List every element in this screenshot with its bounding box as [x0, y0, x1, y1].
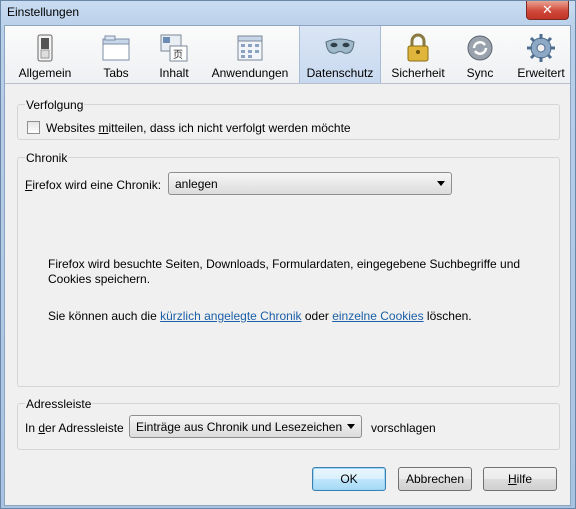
label-part: Websites	[46, 121, 99, 135]
addressbar-suggest-dropdown[interactable]: Einträge aus Chronik und Lesezeichen	[129, 415, 362, 438]
text-part: Sie können auch die	[48, 309, 161, 323]
pane-label: Datenschutz	[306, 66, 374, 80]
text-part: oder	[301, 309, 333, 323]
history-mode-dropdown[interactable]: anlegen	[168, 172, 452, 195]
pane-advanced[interactable]: Erweitert	[513, 26, 569, 83]
sync-icon	[467, 35, 493, 61]
addressbar-group-title: Adressleiste	[25, 397, 93, 411]
history-info-line1: Firefox wird besuchte Seiten, Downloads,…	[48, 257, 521, 271]
history-group-title: Chronik	[25, 151, 69, 165]
pane-applications[interactable]: Anwendungen	[207, 26, 293, 83]
dropdown-value: Einträge aus Chronik und Lesezeichen	[136, 420, 343, 434]
close-icon: ✕	[542, 2, 553, 17]
access-key: H	[507, 472, 517, 486]
label-part: er Adressleiste	[45, 421, 124, 435]
pane-sync[interactable]: Sync	[461, 26, 499, 83]
title-bar[interactable]: Einstellungen ✕	[1, 1, 575, 25]
addressbar-label: In der Adressleiste	[25, 421, 124, 435]
do-not-track-checkbox[interactable]	[27, 121, 40, 134]
history-info-line2: Cookies speichern.	[48, 272, 151, 286]
tracking-group-title: Verfolgung	[25, 98, 85, 112]
pane-toolbar: Allgemein Tabs 页 Inhalt Anwendungen Date…	[5, 26, 570, 84]
pane-label: Inhalt	[159, 66, 189, 80]
ok-button[interactable]: OK	[312, 467, 386, 491]
pane-label: Sicherheit	[391, 66, 445, 80]
pane-general[interactable]: Allgemein	[15, 26, 75, 83]
pane-label: Erweitert	[517, 66, 565, 80]
label-part: itteilen, dass ich nicht verfolgt werden…	[108, 121, 351, 135]
padlock-icon	[407, 33, 429, 62]
label-part: In	[25, 421, 39, 435]
chevron-down-icon	[347, 424, 355, 429]
close-button[interactable]: ✕	[526, 1, 569, 20]
window-title: Einstellungen	[7, 5, 80, 19]
history-mode-label: Firefox wird eine Chronik:	[25, 178, 161, 192]
content-icon: 页	[160, 34, 188, 62]
label-part: ilfe	[516, 472, 532, 486]
do-not-track-label[interactable]: Websites mitteilen, dass ich nicht verfo…	[46, 121, 351, 135]
preferences-window: Einstellungen ✕ Allgemein Tabs 页 Inhalt …	[0, 0, 576, 509]
access-key: m	[98, 121, 109, 135]
tabs-window-icon	[102, 35, 130, 61]
label-part: irefox wird eine Chronik:	[32, 178, 162, 192]
applications-icon	[237, 35, 263, 61]
switch-icon	[37, 34, 53, 62]
pane-security[interactable]: Sicherheit	[389, 26, 447, 83]
pane-content[interactable]: 页 Inhalt	[151, 26, 197, 83]
gear-icon	[527, 34, 555, 62]
text-part: löschen.	[423, 309, 472, 323]
pane-privacy[interactable]: Datenschutz	[299, 26, 381, 83]
pane-label: Sync	[466, 66, 494, 80]
dropdown-value: anlegen	[175, 177, 218, 191]
cancel-button[interactable]: Abbrechen	[398, 467, 472, 491]
addressbar-suffix: vorschlagen	[371, 421, 436, 435]
history-links-text: Sie können auch die kürzlich angelegte C…	[48, 309, 472, 323]
pane-label: Tabs	[103, 66, 129, 80]
svg-text:页: 页	[173, 49, 183, 61]
help-button[interactable]: Hilfe	[483, 467, 557, 491]
pane-tabs[interactable]: Tabs	[93, 26, 139, 83]
clear-recent-history-link[interactable]: kürzlich angelegte Chronik	[160, 309, 301, 323]
mask-icon	[325, 38, 355, 54]
show-cookies-link[interactable]: einzelne Cookies	[332, 309, 423, 323]
dialog-client-area: Allgemein Tabs 页 Inhalt Anwendungen Date…	[4, 25, 571, 506]
pane-label: Allgemein	[18, 66, 72, 80]
pane-label: Anwendungen	[211, 66, 289, 80]
chevron-down-icon	[437, 181, 445, 186]
